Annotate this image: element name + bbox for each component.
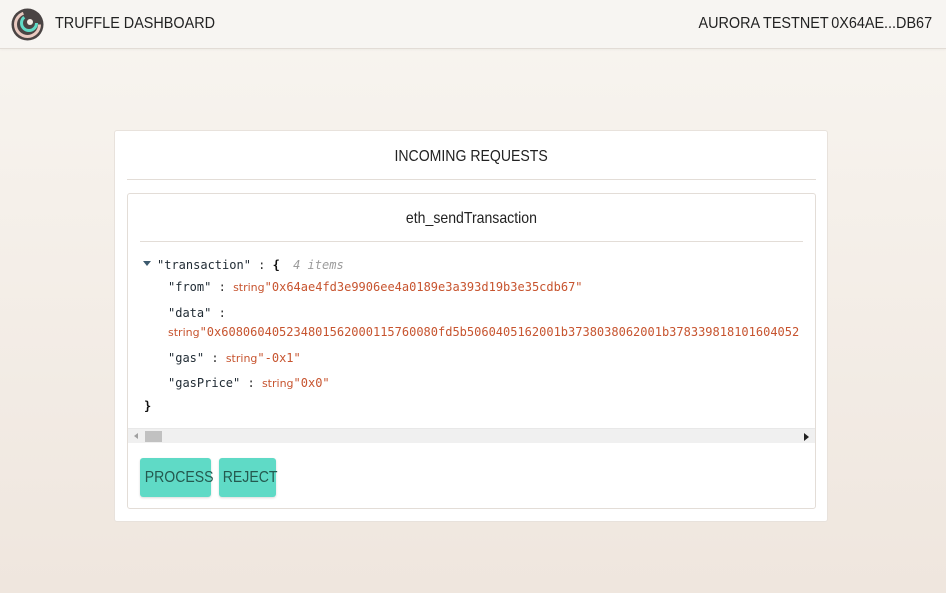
json-field-type: string — [225, 352, 258, 365]
json-colon: : — [247, 376, 255, 390]
json-root-row: "transaction" : { 4 items — [157, 258, 344, 272]
json-field-value: "0x0" — [293, 376, 330, 390]
json-field-key: "data" — [168, 306, 212, 320]
json-colon: : — [218, 280, 226, 294]
top-bar: TRUFFLE DASHBOARD AURORA TESTNET 0X64AE.… — [0, 0, 946, 49]
json-field-row: "gas" : string"-0x1" — [168, 351, 301, 365]
json-close-row: } — [144, 399, 151, 413]
json-close-brace: } — [144, 399, 152, 413]
scroll-right-icon[interactable] — [804, 433, 809, 441]
panel-title: INCOMING REQUESTS — [127, 131, 816, 180]
json-field-key: "from" — [168, 280, 212, 294]
json-field-type: string — [168, 326, 200, 339]
json-field-value: "0x608060405234801562000115760080fd5b506… — [199, 325, 800, 339]
json-open-brace: { — [272, 258, 280, 272]
json-field-row: "from" : string"0x64ae4fd3e9906ee4a0189e… — [168, 280, 583, 294]
request-method-title: eth_sendTransaction — [140, 194, 803, 242]
account-address: 0X64AE...DB67 — [831, 15, 932, 32]
reject-button[interactable]: REJECT — [219, 458, 278, 497]
process-button[interactable]: PROCESS — [140, 458, 214, 497]
json-field-key: "gasPrice" — [168, 376, 241, 390]
json-field-row: "data" : — [168, 306, 226, 320]
incoming-requests-panel: INCOMING REQUESTS eth_sendTransaction "t… — [114, 130, 828, 522]
json-colon: : — [218, 306, 226, 320]
reject-button-label: REJECT — [222, 469, 278, 486]
request-card: eth_sendTransaction "transaction" : { 4 … — [127, 193, 816, 509]
collapse-caret-icon[interactable] — [143, 261, 151, 266]
json-field-value: "-0x1" — [257, 351, 301, 365]
network-name: AURORA TESTNET — [698, 15, 829, 32]
truffle-logo-icon — [11, 8, 44, 41]
json-colon: : — [211, 351, 219, 365]
scroll-left-icon[interactable] — [134, 433, 138, 439]
json-viewer[interactable]: "transaction" : { 4 items "from" : strin… — [128, 253, 815, 428]
horizontal-scrollbar[interactable] — [128, 428, 815, 443]
process-button-label: PROCESS — [144, 469, 214, 486]
panel-title-text: INCOMING REQUESTS — [394, 148, 549, 165]
json-field-type: string — [261, 377, 294, 390]
json-field-row: "gasPrice" : string"0x0" — [168, 376, 330, 390]
json-field-type: string — [233, 281, 265, 294]
json-item-count: 4 items — [293, 258, 344, 272]
scrollbar-thumb[interactable] — [145, 431, 162, 442]
json-colon: : — [258, 258, 266, 272]
request-method-text: eth_sendTransaction — [406, 210, 537, 227]
json-root-key: "transaction" — [157, 258, 251, 272]
json-field-key: "gas" — [168, 351, 205, 365]
json-field-value-row: string"0x608060405234801562000115760080f… — [168, 325, 799, 339]
app-title: TRUFFLE DASHBOARD — [55, 15, 216, 32]
json-field-value: "0x64ae4fd3e9906ee4a0189e3a393d19b3e35cd… — [264, 280, 583, 294]
